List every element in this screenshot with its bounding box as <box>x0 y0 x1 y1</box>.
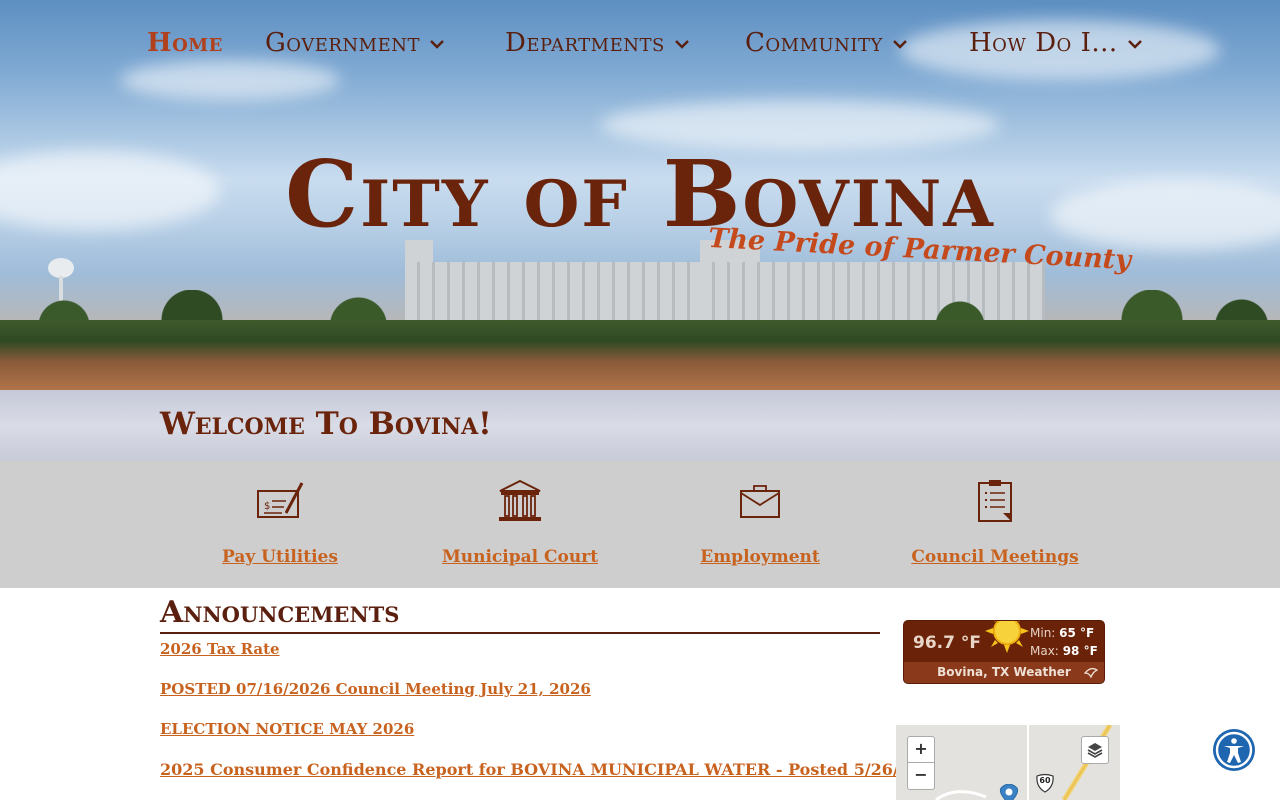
weather-location-label: Bovina, TX Weather <box>937 665 1071 679</box>
chevron-down-icon <box>674 40 689 49</box>
clipboard-icon <box>978 480 1012 522</box>
route-shield-icon: 60 <box>1035 773 1055 793</box>
ground <box>0 320 1280 390</box>
announcement-link[interactable]: 2026 Tax Rate <box>160 640 280 658</box>
chevron-down-icon <box>1127 40 1142 49</box>
nav-home[interactable]: Home <box>147 28 223 58</box>
quick-link-employment[interactable]: Employment <box>640 461 880 567</box>
nav-home-label: Home <box>147 28 223 58</box>
map-widget[interactable]: + − 60 <box>896 725 1120 800</box>
check-payment-icon: $ <box>257 482 304 518</box>
weather-max-value: 98 °F <box>1062 644 1098 658</box>
svg-text:$: $ <box>264 501 270 512</box>
nav-government[interactable]: Government <box>265 28 444 58</box>
quick-links-bar: $ Pay Utilities Municipal Court Employme… <box>0 461 1280 588</box>
weather-temperature: 96.7 °F <box>913 633 981 653</box>
nav-departments[interactable]: Departments <box>505 28 689 58</box>
accessibility-button[interactable] <box>1213 729 1255 771</box>
weather-widget[interactable]: 96.7 °F Min: 65 °F Max: 98 °F Bovina, TX… <box>903 620 1105 684</box>
site-title: City of Bovina <box>285 140 995 248</box>
nav-how-do-i[interactable]: How Do I... <box>969 28 1142 58</box>
quick-link-label[interactable]: Pay Utilities <box>160 547 400 567</box>
quick-link-label[interactable]: Employment <box>640 547 880 567</box>
nav-departments-label: Departments <box>505 28 665 58</box>
quick-link-municipal-court[interactable]: Municipal Court <box>400 461 640 567</box>
accessibility-icon <box>1215 731 1253 769</box>
announcement-link[interactable]: POSTED 07/16/2026 Council Meeting July 2… <box>160 680 591 698</box>
announcements-heading: Announcements <box>160 595 400 630</box>
chevron-down-icon <box>893 40 907 49</box>
weather-logo-icon <box>1084 667 1098 678</box>
map-marker-icon[interactable] <box>996 784 1022 800</box>
announcement-link[interactable]: ELECTION NOTICE MAY 2026 <box>160 720 414 738</box>
map-layers-button[interactable] <box>1081 736 1109 764</box>
weather-location: Bovina, TX Weather <box>904 662 1104 683</box>
nav-how-do-i-label: How Do I... <box>969 28 1118 58</box>
weather-max-label: Max: <box>1030 644 1059 658</box>
announcement-link[interactable]: 2025 Consumer Confidence Report for BOVI… <box>160 760 921 779</box>
layers-icon <box>1087 743 1103 758</box>
quick-link-label[interactable]: Council Meetings <box>875 547 1115 567</box>
route-shield-number: 60 <box>1039 776 1051 785</box>
weather-max: Max: 98 °F <box>1030 644 1098 658</box>
main-nav: Home Government Departments Community Ho… <box>0 28 1280 64</box>
cloud <box>120 60 340 100</box>
welcome-title: Welcome To Bovina! <box>160 406 492 442</box>
sun-icon <box>985 621 1029 653</box>
map-zoom-in-button[interactable]: + <box>907 736 935 764</box>
announcements-divider <box>160 632 880 634</box>
hero-banner: City of Bovina The Pride of Parmer Count… <box>0 0 1280 390</box>
weather-min-label: Min: <box>1030 626 1056 640</box>
nav-community-label: Community <box>745 28 883 58</box>
weather-min: Min: 65 °F <box>1030 626 1094 640</box>
map-zoom-out-button[interactable]: − <box>907 762 935 790</box>
briefcase-icon <box>740 485 780 518</box>
welcome-band: Welcome To Bovina! <box>0 390 1280 461</box>
quick-link-pay-utilities[interactable]: $ Pay Utilities <box>160 461 400 567</box>
weather-min-value: 65 °F <box>1059 626 1095 640</box>
courthouse-icon <box>499 479 541 521</box>
chevron-down-icon <box>430 40 444 49</box>
quick-link-council-meetings[interactable]: Council Meetings <box>875 461 1115 567</box>
nav-community[interactable]: Community <box>745 28 907 58</box>
water-tower <box>48 258 74 278</box>
nav-government-label: Government <box>265 28 420 58</box>
quick-link-label[interactable]: Municipal Court <box>400 547 640 567</box>
